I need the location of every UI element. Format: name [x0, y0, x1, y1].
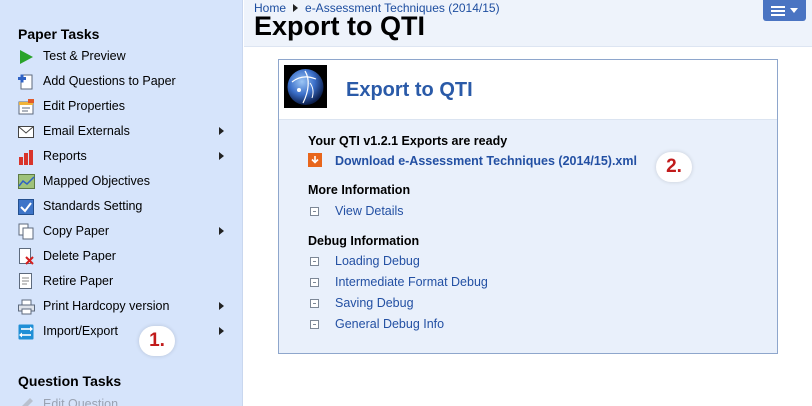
sidebar-item-test-preview[interactable]: Test & Preview [0, 44, 242, 69]
copy-icon [17, 223, 35, 240]
objectives-icon [17, 173, 35, 190]
printer-icon [17, 298, 35, 315]
export-panel: Export to QTI Your QTI v1.2.1 Exports ar… [278, 59, 778, 354]
sidebar-item-label: Print Hardcopy version [43, 299, 170, 313]
general-debug-info-link[interactable]: General Debug Info [335, 317, 444, 331]
play-icon [17, 48, 35, 65]
retire-icon [17, 273, 35, 290]
sidebar-item-import-export[interactable]: Import/Export [0, 319, 242, 344]
sidebar-item-label: Import/Export [43, 324, 119, 338]
expand-icon [310, 257, 319, 266]
step-badge-2: 2. [656, 152, 692, 182]
globe-logo-icon [284, 65, 327, 108]
download-icon[interactable] [308, 153, 322, 167]
submenu-arrow-icon [219, 227, 224, 235]
hamburger-menu-icon [771, 5, 785, 16]
bar-chart-icon [17, 148, 35, 165]
expand-icon [310, 299, 319, 308]
view-details-link[interactable]: View Details [335, 204, 404, 218]
sidebar-item-email-externals[interactable]: Email Externals [0, 119, 242, 144]
panel-header: Export to QTI [279, 60, 777, 120]
sidebar-item-label: Edit Question [43, 397, 119, 406]
chevron-down-icon [790, 8, 798, 13]
step-badge-1: 1. [139, 326, 175, 356]
sidebar-item-label: Reports [43, 149, 87, 163]
edit-properties-icon [17, 98, 35, 115]
submenu-arrow-icon [219, 152, 224, 160]
delete-document-icon [17, 248, 35, 265]
debug-information-heading: Debug Information [308, 234, 420, 248]
expand-icon [310, 207, 319, 216]
sidebar-item-delete-paper[interactable]: Delete Paper [0, 244, 242, 269]
checkbox-icon [17, 198, 35, 215]
add-document-icon [17, 73, 35, 90]
sidebar-item-label: Email Externals [43, 124, 130, 138]
more-information-heading: More Information [308, 183, 411, 197]
sidebar-item-mapped-objectives[interactable]: Mapped Objectives [0, 169, 242, 194]
panel-title: Export to QTI [346, 79, 473, 101]
exports-ready-heading: Your QTI v1.2.1 Exports are ready [308, 134, 508, 148]
saving-debug-link[interactable]: Saving Debug [335, 296, 414, 310]
submenu-arrow-icon [219, 127, 224, 135]
sidebar: Paper Tasks Test & Preview Add Questions… [0, 0, 243, 406]
submenu-arrow-icon [219, 327, 224, 335]
download-xml-link[interactable]: Download e-Assessment Techniques (2014/1… [335, 154, 637, 168]
import-export-icon [17, 323, 35, 340]
sidebar-item-label: Retire Paper [43, 274, 114, 288]
sidebar-item-label: Test & Preview [43, 49, 126, 63]
sidebar-item-standards-setting[interactable]: Standards Setting [0, 194, 242, 219]
sidebar-item-reports[interactable]: Reports [0, 144, 242, 169]
sidebar-item-label: Delete Paper [43, 249, 116, 263]
sidebar-item-edit-properties[interactable]: Edit Properties [0, 94, 242, 119]
sidebar-item-label: Copy Paper [43, 224, 110, 238]
envelope-icon [17, 123, 35, 140]
intermediate-format-debug-link[interactable]: Intermediate Format Debug [335, 275, 488, 289]
paper-tasks-heading: Paper Tasks [18, 26, 100, 42]
sidebar-item-label: Add Questions to Paper [43, 74, 176, 88]
sidebar-item-add-questions[interactable]: Add Questions to Paper [0, 69, 242, 94]
sidebar-item-label: Standards Setting [43, 199, 143, 213]
sidebar-item-copy-paper[interactable]: Copy Paper [0, 219, 242, 244]
page-title: Export to QTI [254, 11, 425, 41]
pencil-icon [17, 396, 35, 406]
sidebar-item-label: Mapped Objectives [43, 174, 151, 188]
sidebar-item-edit-question[interactable]: Edit Question [0, 392, 242, 406]
sidebar-item-label: Edit Properties [43, 99, 125, 113]
expand-icon [310, 320, 319, 329]
page-header: Home e-Assessment Techniques (2014/15) E… [244, 0, 812, 47]
question-tasks-heading: Question Tasks [18, 373, 122, 389]
expand-icon [310, 278, 319, 287]
sidebar-item-print-hardcopy[interactable]: Print Hardcopy version [0, 294, 242, 319]
loading-debug-link[interactable]: Loading Debug [335, 254, 420, 268]
submenu-arrow-icon [219, 302, 224, 310]
sidebar-item-retire-paper[interactable]: Retire Paper [0, 269, 242, 294]
menu-button[interactable] [763, 0, 806, 21]
